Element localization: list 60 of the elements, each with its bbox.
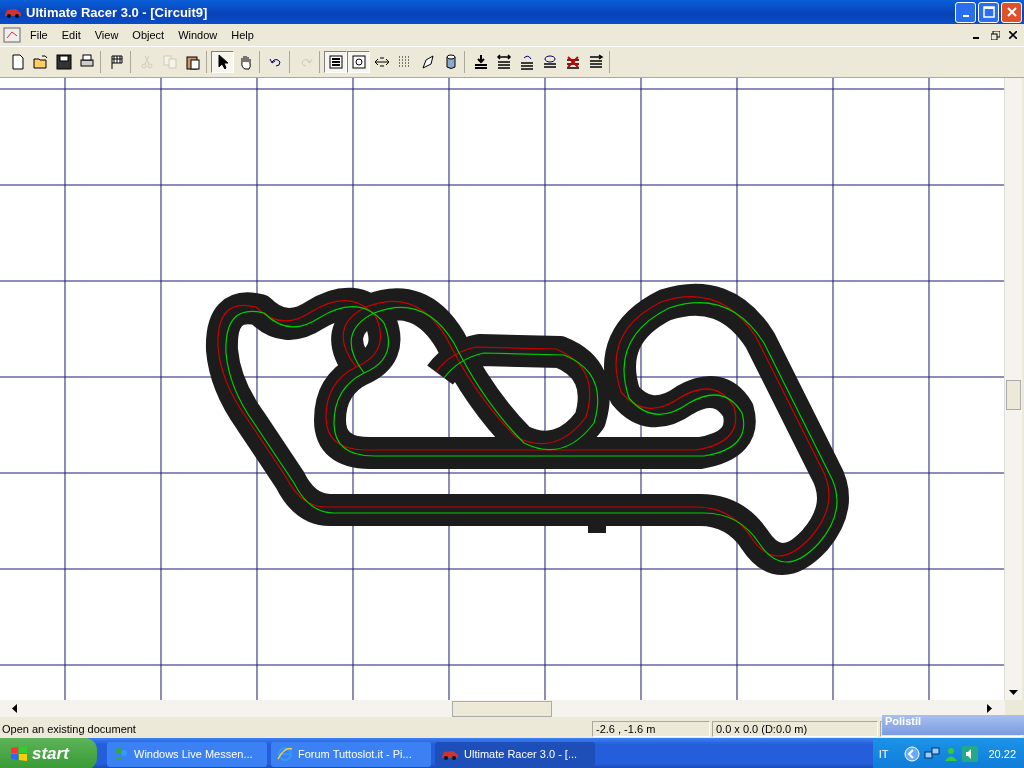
taskbar-button[interactable]: Forum Tuttoslot.it - Pi...	[271, 741, 431, 767]
status-message: Open an existing document	[1, 722, 137, 735]
swap-icon	[373, 54, 390, 70]
vertical-scrollbar[interactable]	[1004, 78, 1022, 700]
speaker-icon[interactable]	[962, 746, 979, 762]
layers-button[interactable]	[324, 51, 347, 73]
chevron-icon[interactable]	[904, 746, 921, 762]
copy-icon	[161, 54, 178, 70]
flag-icon	[108, 54, 125, 70]
scroll-right-icon[interactable]	[987, 704, 993, 713]
document-icon	[3, 26, 21, 44]
people-icon	[113, 746, 129, 762]
menu-item[interactable]: View	[87, 29, 126, 41]
new-icon	[9, 54, 26, 70]
scroll-down-icon[interactable]	[1009, 690, 1018, 696]
menu-item[interactable]: Edit	[54, 29, 88, 41]
close-icon	[1005, 6, 1018, 18]
palette-title: Polistil	[884, 715, 922, 727]
maximize-icon	[982, 6, 995, 18]
scroll-left-icon[interactable]	[12, 704, 18, 713]
car-icon	[441, 748, 459, 760]
open-icon	[32, 54, 49, 70]
network-icon[interactable]	[924, 746, 941, 762]
lane-back-icon	[518, 54, 535, 70]
picture-icon	[350, 54, 367, 70]
browser-icon	[277, 746, 293, 762]
close-icon	[1009, 31, 1017, 39]
lane-swap-icon	[495, 54, 512, 70]
eraser-icon	[419, 54, 436, 70]
maximize-button[interactable]	[978, 1, 999, 23]
menu-item[interactable]: Object	[125, 29, 172, 41]
picture-button[interactable]	[347, 51, 370, 73]
scroll-thumb[interactable]	[1006, 380, 1021, 410]
restore-icon	[990, 30, 1000, 40]
layers-icon	[327, 54, 344, 70]
pointer-button[interactable]	[211, 51, 234, 73]
taskbar-button[interactable]: Ultimate Racer 3.0 - [...	[435, 741, 595, 767]
close-button[interactable]	[1001, 1, 1022, 23]
save-icon	[55, 54, 72, 70]
lane-in-icon	[472, 54, 489, 70]
car-icon	[4, 6, 22, 18]
horizontal-scrollbar[interactable]	[0, 700, 1005, 717]
paste-icon	[184, 54, 201, 70]
selection-size: 0.0 x 0.0 (D:0.0 m)	[712, 720, 878, 737]
lane-loop-icon	[541, 54, 558, 70]
minimize-button[interactable]	[955, 1, 976, 23]
print-icon	[78, 54, 95, 70]
clock: 20.22	[988, 748, 1016, 760]
windows-logo-icon	[10, 745, 28, 763]
menu-item[interactable]: Window	[171, 29, 225, 41]
cut-icon	[138, 54, 155, 70]
menu-item[interactable]: Help	[224, 29, 261, 41]
taskbar-button[interactable]: Windows Live Messen...	[107, 741, 267, 767]
window-title: Ultimate Racer 3.0 - [Circuit9]	[26, 4, 208, 20]
language-indicator[interactable]: IT	[878, 748, 889, 760]
lane-out-icon	[587, 54, 604, 70]
menu-item[interactable]: File	[23, 29, 55, 41]
cursor-coordinates: -2.6 , -1.6 m	[592, 720, 710, 737]
lane-delete-icon	[564, 54, 581, 70]
minimize-icon	[962, 15, 969, 17]
